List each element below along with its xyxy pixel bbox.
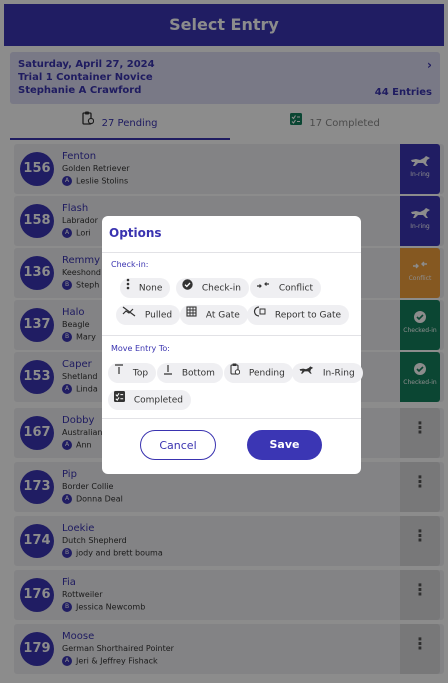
move-bottom-icon: [163, 363, 173, 383]
move-top-chip[interactable]: Top: [108, 363, 157, 383]
chip-label: Report to Gate: [274, 310, 342, 321]
conflict-arrows-icon: [256, 278, 270, 298]
chip-label: Conflict: [278, 283, 314, 294]
chip-label: At Gate: [205, 310, 240, 321]
chip-label: In-Ring: [322, 368, 355, 379]
move-section-title: Move Entry To:: [111, 344, 170, 353]
checkin-none-chip[interactable]: None: [120, 278, 171, 298]
cancel-button[interactable]: Cancel: [140, 430, 216, 460]
checkin-pulled-chip[interactable]: Pulled: [116, 305, 181, 325]
vertical-dots-icon: [126, 278, 130, 298]
options-dialog: Options Check-in: None Check-in Conflict…: [102, 216, 363, 474]
chip-label: Pending: [248, 368, 285, 379]
pulled-icon: [122, 305, 136, 325]
check-circle-icon: [182, 278, 193, 298]
chip-label: Top: [132, 368, 149, 379]
checkin-section-title: Check-in:: [111, 260, 149, 269]
checkin-at-gate-chip[interactable]: At Gate: [180, 305, 248, 325]
report-gate-icon: [253, 305, 266, 325]
move-pending-chip[interactable]: Pending: [224, 363, 293, 383]
chip-label: Pulled: [144, 310, 173, 321]
save-button[interactable]: Save: [247, 430, 322, 460]
checkin-checkin-chip[interactable]: Check-in: [176, 278, 250, 298]
clipboard-clock-icon: [230, 363, 241, 383]
chip-label: Bottom: [181, 368, 215, 379]
move-completed-chip[interactable]: Completed: [108, 390, 191, 410]
checkin-conflict-chip[interactable]: Conflict: [250, 278, 322, 298]
move-in-ring-chip[interactable]: In-Ring: [292, 363, 363, 383]
checkin-report-to-gate-chip[interactable]: Report to Gate: [247, 305, 350, 325]
divider: [102, 252, 361, 253]
chip-label: Completed: [133, 395, 183, 406]
chip-label: Check-in: [201, 283, 242, 294]
move-bottom-chip[interactable]: Bottom: [157, 363, 223, 383]
running-dog-icon: [298, 363, 314, 383]
chip-label: None: [138, 283, 163, 294]
divider: [102, 418, 361, 419]
divider: [102, 335, 361, 336]
completed-list-icon: [114, 390, 125, 410]
dialog-title: Options: [109, 226, 162, 240]
move-top-icon: [114, 363, 124, 383]
gate-icon: [186, 305, 197, 325]
